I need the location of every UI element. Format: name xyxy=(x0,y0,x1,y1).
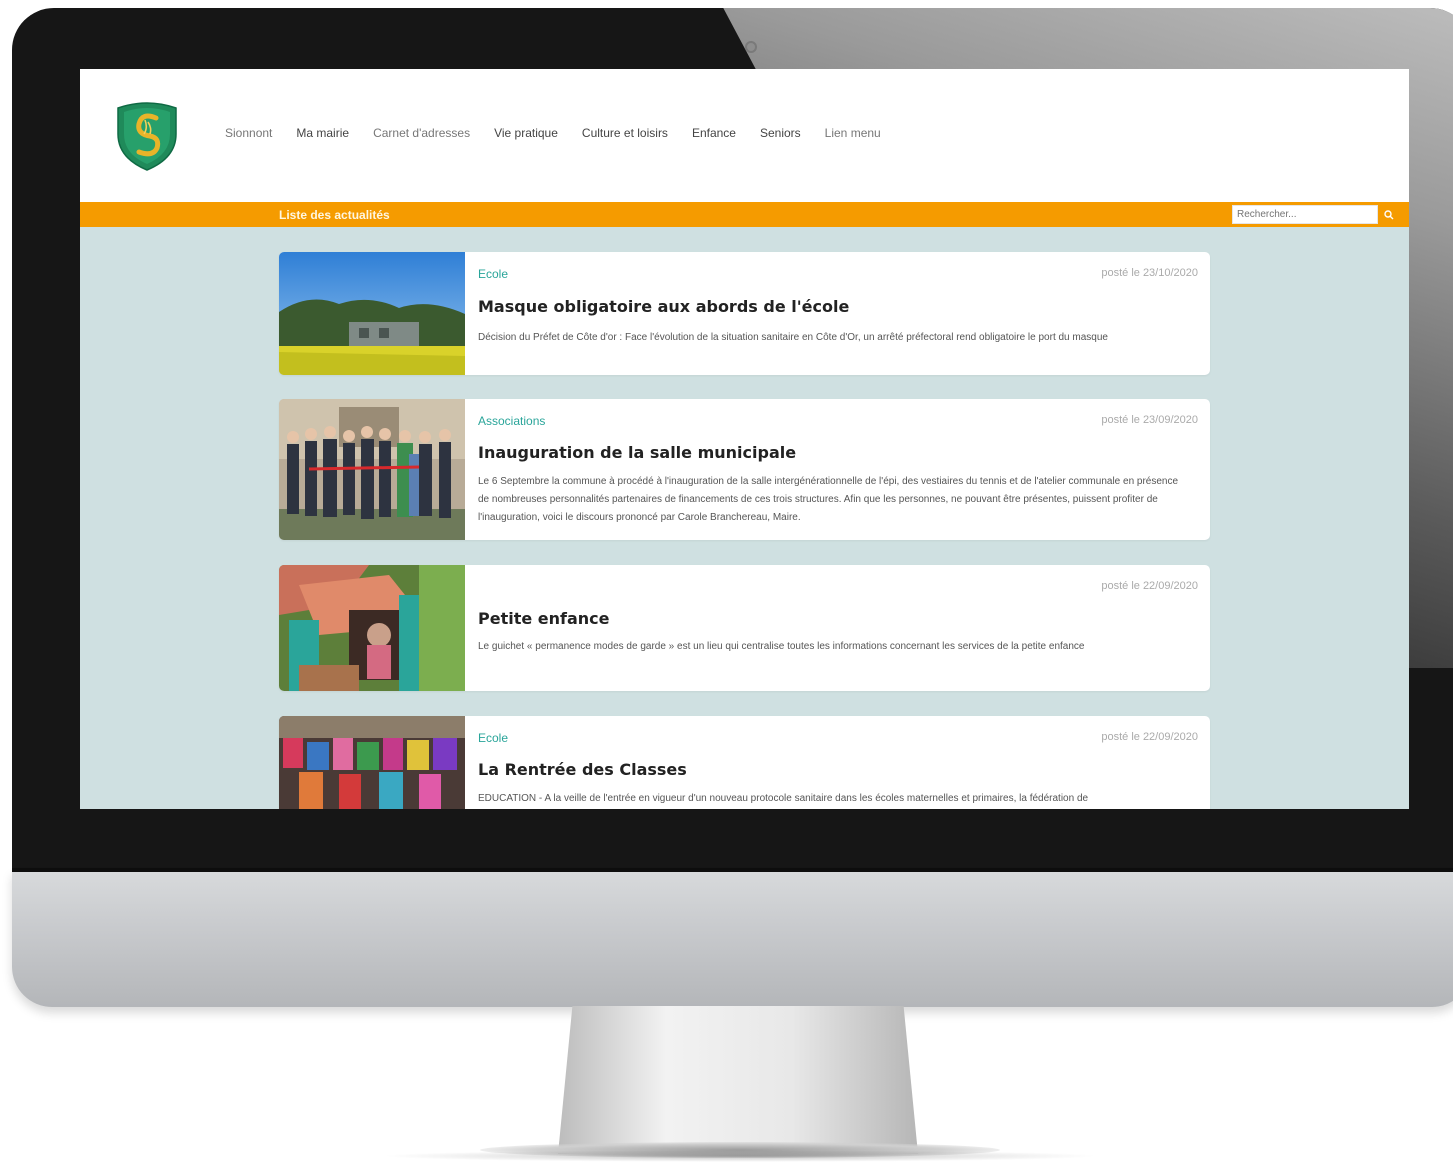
section-title: Liste des actualités xyxy=(279,208,390,222)
article-excerpt: Le 6 Septembre la commune à procédé à l'… xyxy=(478,476,1179,523)
site-header: Sionnont Ma mairie Carnet d'adresses Vie… xyxy=(80,69,1409,202)
article-excerpt: Décision du Préfet de Côte d'or : Face l… xyxy=(478,332,1108,343)
article-category[interactable]: Ecole xyxy=(478,731,508,745)
shield-logo[interactable] xyxy=(112,100,182,172)
browser-screen: Sionnont Ma mairie Carnet d'adresses Vie… xyxy=(80,69,1409,809)
article-excerpt: EDUCATION - A la veille de l'entrée en v… xyxy=(478,793,1089,804)
news-thumbnail xyxy=(279,252,465,375)
article-date: posté le 22/09/2020 xyxy=(1101,731,1198,743)
news-thumbnail xyxy=(279,399,465,540)
search-input[interactable] xyxy=(1232,205,1378,224)
news-thumbnail xyxy=(279,716,465,809)
nav-item-enfance[interactable]: Enfance xyxy=(692,126,736,140)
article-excerpt: Le guichet « permanence modes de garde »… xyxy=(478,641,1085,652)
news-card[interactable]: Associations posté le 23/09/2020 Inaugur… xyxy=(279,399,1210,540)
article-date: posté le 23/09/2020 xyxy=(1101,414,1198,426)
news-card[interactable]: posté le 22/09/2020 Petite enfance Le gu… xyxy=(279,565,1210,691)
news-thumbnail xyxy=(279,565,465,691)
main-nav: Sionnont Ma mairie Carnet d'adresses Vie… xyxy=(225,126,905,140)
news-card[interactable]: Ecole posté le 23/10/2020 Masque obligat… xyxy=(279,252,1210,375)
nav-item-seniors[interactable]: Seniors xyxy=(760,126,801,140)
nav-item-vie-pratique[interactable]: Vie pratique xyxy=(494,126,558,140)
article-category[interactable]: Associations xyxy=(478,414,545,428)
device-mockup: Sionnont Ma mairie Carnet d'adresses Vie… xyxy=(0,0,1453,1162)
news-card[interactable]: Ecole posté le 22/09/2020 La Rentrée des… xyxy=(279,716,1210,809)
search-icon xyxy=(1384,209,1394,219)
nav-item-carnet-adresses[interactable]: Carnet d'adresses xyxy=(373,126,470,140)
floor-shadow xyxy=(380,1150,1100,1162)
article-title[interactable]: La Rentrée des Classes xyxy=(478,760,687,779)
article-title[interactable]: Inauguration de la salle municipale xyxy=(478,443,796,462)
nav-item-culture-loisirs[interactable]: Culture et loisirs xyxy=(582,126,668,140)
search-button[interactable] xyxy=(1379,205,1399,224)
nav-item-lien-menu[interactable]: Lien menu xyxy=(825,126,881,140)
monitor-stand xyxy=(558,1006,918,1154)
article-title[interactable]: Masque obligatoire aux abords de l'école xyxy=(478,297,849,316)
section-bar: Liste des actualités xyxy=(80,202,1409,227)
article-category[interactable]: Ecole xyxy=(478,267,508,281)
nav-item-sionnont[interactable]: Sionnont xyxy=(225,126,272,140)
monitor-chin xyxy=(12,868,1453,1007)
camera-dot xyxy=(745,41,757,53)
article-date: posté le 22/09/2020 xyxy=(1101,580,1198,592)
article-title[interactable]: Petite enfance xyxy=(478,609,610,628)
article-date: posté le 23/10/2020 xyxy=(1101,267,1198,279)
nav-item-ma-mairie[interactable]: Ma mairie xyxy=(296,126,349,140)
